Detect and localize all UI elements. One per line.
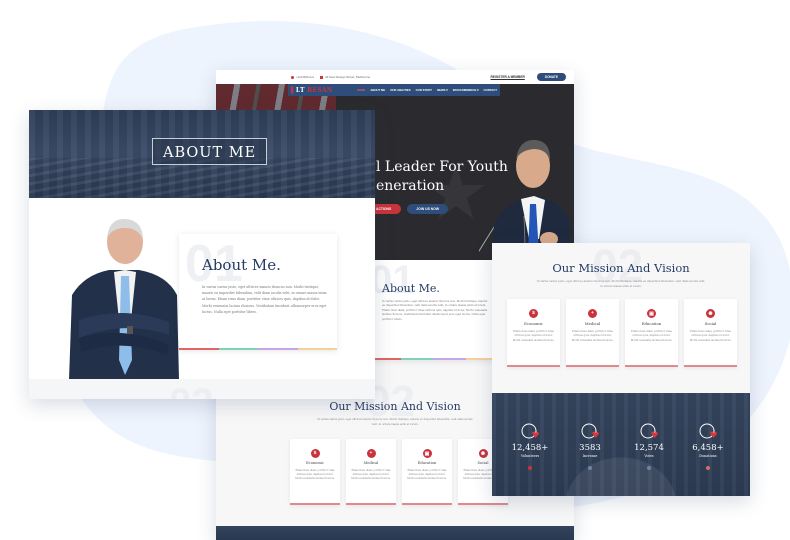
mission-card-medical[interactable]: + Medical Etiam risus diam, porttitor vita… bbox=[566, 299, 619, 367]
about-heading: About Me. bbox=[202, 256, 281, 274]
card-text: Etiam risus diam, porttitor vitae ultric… bbox=[512, 330, 555, 342]
nav-item-our-abilities[interactable]: OUR ABILITIES bbox=[390, 88, 410, 92]
register-member-link[interactable]: REGISTER A MEMBER bbox=[490, 75, 524, 79]
education-icon: ▣ bbox=[647, 309, 656, 318]
footer-strip bbox=[216, 526, 574, 540]
mission-card-economic[interactable]: $ Economic Etiam risus diam, porttitor vit… bbox=[290, 439, 340, 505]
top-bar: +1(234)5xxxx 44 New Design Street, Melbo… bbox=[216, 70, 574, 84]
stat-dot bbox=[528, 466, 532, 470]
stat-dot bbox=[706, 466, 710, 470]
house-heart-icon bbox=[640, 423, 658, 441]
stat-value: 12,458+ bbox=[511, 443, 549, 453]
about-page-preview: ABOUT ME 01 About Me. In varius varius j… bbox=[29, 110, 375, 399]
coin-icon: $ bbox=[529, 309, 538, 318]
card-text: Etiam risus diam, porttitor vitae ultric… bbox=[630, 330, 673, 342]
mission-heading: Our Mission And Vision bbox=[552, 261, 690, 275]
mission-card-medical[interactable]: + Medical Etiam risus diam, porttitor vita… bbox=[346, 439, 396, 505]
about-banner: ABOUT ME bbox=[29, 110, 375, 198]
education-icon: ▣ bbox=[422, 449, 432, 458]
next-section-strip: 02 bbox=[29, 379, 375, 399]
site-logo[interactable]: ▌LT RESAN bbox=[291, 87, 333, 94]
card-text: Etiam risus diam, porttitor vitae ultric… bbox=[351, 469, 391, 481]
stat-increase: 3583 Increase bbox=[565, 423, 615, 470]
stat-label: Volunteers bbox=[520, 454, 540, 458]
address-info: 44 New Design Street, Melbourne bbox=[320, 75, 370, 79]
card-accent-bar bbox=[684, 365, 737, 367]
donate-button[interactable]: DONATE bbox=[536, 73, 566, 81]
card-accent-bar bbox=[458, 503, 508, 505]
nav-item-contact[interactable]: CONTACT bbox=[484, 88, 497, 92]
about-text: In varius varius justo, eget ultrices ma… bbox=[382, 300, 488, 321]
globe-hands-icon bbox=[521, 423, 539, 441]
home-about-card: 01 About Me. In varius varius justo, ege… bbox=[368, 260, 498, 360]
stat-dot bbox=[588, 466, 592, 470]
stat-dot bbox=[647, 466, 651, 470]
card-accent-bar bbox=[402, 503, 452, 505]
banner-title-box: ABOUT ME bbox=[152, 138, 268, 165]
card-accent-bar bbox=[290, 503, 340, 505]
card-text: Etiam risus diam, porttitor vitae ultric… bbox=[571, 330, 614, 342]
main-navbar: ▌LT RESAN HOME ABOUT ME OUR ABILITIES OUR S… bbox=[288, 84, 500, 96]
mission-card-social[interactable]: ✺ Social Etiam risus diam, porttitor vitae… bbox=[684, 299, 737, 367]
coin-icon: $ bbox=[310, 449, 320, 458]
social-globe-icon: ✺ bbox=[478, 449, 488, 458]
mission-subtitle: In varius varius justo, eget ultrices ma… bbox=[317, 418, 473, 426]
stats-section: 12,458+ Volunteers 3583 Increase 12,574 Votes… bbox=[492, 393, 750, 496]
stat-volunteers: 12,458+ Volunteers bbox=[505, 423, 555, 470]
banner-title: ABOUT ME bbox=[163, 145, 257, 161]
stat-value: 6,458+ bbox=[692, 443, 724, 453]
rainbow-bar bbox=[179, 348, 337, 350]
about-text: In varius varius justo, eget ultrices ma… bbox=[202, 285, 327, 314]
location-icon bbox=[320, 75, 324, 79]
card-accent-bar bbox=[625, 365, 678, 367]
card-text: Etiam risus diam, porttitor vitae ultric… bbox=[407, 469, 447, 481]
stat-label: Votes bbox=[644, 454, 654, 458]
rainbow-bar bbox=[368, 358, 498, 360]
phone-icon bbox=[291, 75, 294, 79]
about-heading: About Me. bbox=[382, 282, 440, 295]
nav-item-woocommerce[interactable]: WOOCOMMERCE ▾ bbox=[453, 88, 479, 92]
card-accent-bar bbox=[566, 365, 619, 367]
stat-value: 12,574 bbox=[634, 443, 664, 453]
card-accent-bar bbox=[346, 503, 396, 505]
phone-info: +1(234)5xxxx bbox=[291, 75, 314, 79]
nav-item-news[interactable]: NEWS ▾ bbox=[437, 88, 448, 92]
heart-hands-icon bbox=[581, 423, 599, 441]
about-card: 01 About Me. In varius varius justo, ege… bbox=[179, 234, 337, 350]
medical-pin-icon: + bbox=[588, 309, 597, 318]
stat-value: 3583 bbox=[579, 443, 601, 453]
nav-item-home[interactable]: HOME bbox=[357, 88, 365, 92]
nav-item-about-me[interactable]: ABOUT ME bbox=[370, 88, 385, 92]
card-accent-bar bbox=[507, 365, 560, 367]
stat-votes: 12,574 Votes bbox=[624, 423, 674, 470]
portrait-photo bbox=[69, 218, 179, 380]
join-us-button[interactable]: JOIN US NOW bbox=[407, 204, 449, 214]
stat-label: Donations bbox=[699, 454, 717, 458]
nav-item-our-story[interactable]: OUR STORY bbox=[416, 88, 432, 92]
mission-subtitle: In varius varius justo, eget ultrices ma… bbox=[536, 280, 706, 288]
mission-page-preview: 02 Our Mission And Vision In varius vari… bbox=[492, 243, 750, 496]
stat-donations: 6,458+ Donations bbox=[683, 423, 733, 470]
medical-pin-icon: + bbox=[366, 449, 376, 458]
card-text: Etiam risus diam, porttitor vitae ultric… bbox=[689, 330, 732, 342]
mission-card-economic[interactable]: $ Economic Etiam risus diam, porttitor vit… bbox=[507, 299, 560, 367]
mission-card-education[interactable]: ▣ Education Etiam risus diam, porttitor vi… bbox=[402, 439, 452, 505]
social-globe-icon: ✺ bbox=[706, 309, 715, 318]
stat-label: Increase bbox=[582, 454, 598, 458]
mission-card-education[interactable]: ▣ Education Etiam risus diam, porttitor vi… bbox=[625, 299, 678, 367]
card-text: Etiam risus diam, porttitor vitae ultric… bbox=[295, 469, 335, 481]
donation-box-icon bbox=[699, 423, 717, 441]
